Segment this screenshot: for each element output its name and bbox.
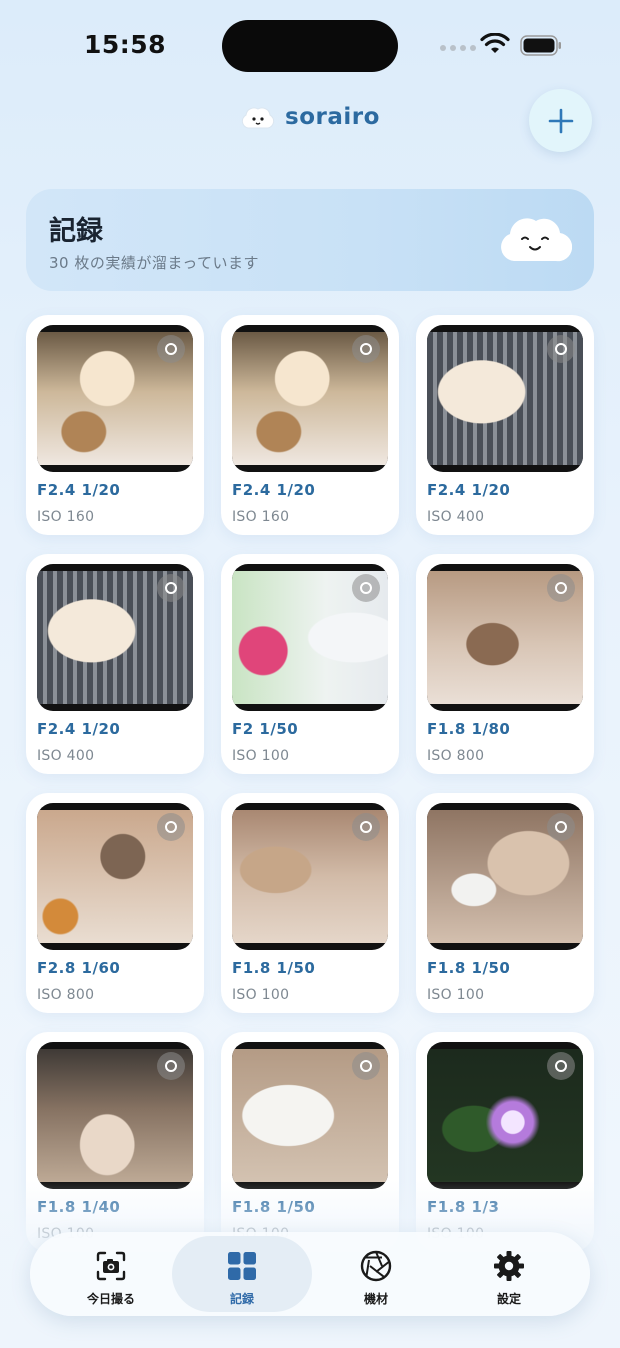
select-circle-icon[interactable] <box>352 813 380 841</box>
iso-value: ISO 100 <box>232 748 290 764</box>
exposure-settings: F1.8 1/50 <box>427 959 511 977</box>
photo-thumbnail <box>232 325 388 472</box>
photo-card[interactable]: F2.4 1/20 ISO 160 <box>26 315 204 535</box>
exposure-settings: F2 1/50 <box>232 720 299 738</box>
select-circle-icon[interactable] <box>352 335 380 363</box>
photo-thumbnail <box>37 803 193 950</box>
app-logo: sorairo <box>240 104 380 130</box>
plus-icon <box>548 108 573 133</box>
iso-value: ISO 100 <box>232 987 290 1003</box>
select-circle-icon[interactable] <box>547 813 575 841</box>
wifi-icon <box>480 33 510 53</box>
photo-thumbnail <box>232 564 388 711</box>
select-circle-icon[interactable] <box>547 1052 575 1080</box>
select-circle-icon[interactable] <box>157 1052 185 1080</box>
dynamic-island <box>222 20 398 72</box>
exposure-settings: F1.8 1/50 <box>232 959 316 977</box>
photo-thumbnail <box>427 564 583 711</box>
select-circle-icon[interactable] <box>352 574 380 602</box>
app-name: sorairo <box>285 104 380 130</box>
exposure-settings: F2.8 1/60 <box>37 959 121 977</box>
cloud-mascot-icon <box>241 107 275 129</box>
record-count-text: 30 枚の実績が溜まっています <box>49 254 260 272</box>
photo-card[interactable]: F1.8 1/80 ISO 800 <box>416 554 594 774</box>
photo-thumbnail <box>427 1042 583 1189</box>
records-banner: 記録 30 枚の実績が溜まっています <box>26 189 594 291</box>
photo-card[interactable]: F1.8 1/50 ISO 100 <box>416 793 594 1013</box>
iso-value: ISO 400 <box>37 748 95 764</box>
exposure-settings: F2.4 1/20 <box>37 481 121 499</box>
gear-icon <box>494 1251 524 1281</box>
photo-thumbnail <box>232 1042 388 1189</box>
iso-value: ISO 160 <box>232 509 290 525</box>
aperture-icon <box>360 1250 392 1282</box>
photo-thumbnail <box>37 564 193 711</box>
exposure-settings: F2.4 1/20 <box>37 720 121 738</box>
photo-thumbnail <box>232 803 388 950</box>
select-circle-icon[interactable] <box>157 574 185 602</box>
exposure-settings: F2.4 1/20 <box>232 481 316 499</box>
photo-card[interactable]: F1.8 1/50 ISO 100 <box>221 793 399 1013</box>
tab-records[interactable]: 記録 <box>172 1236 312 1312</box>
status-bar: 15:58 <box>0 0 620 92</box>
select-circle-icon[interactable] <box>352 1052 380 1080</box>
tab-label: 記録 <box>229 1292 254 1306</box>
select-circle-icon[interactable] <box>157 335 185 363</box>
tab-today-shoot[interactable]: 今日撮る <box>41 1236 181 1312</box>
iso-value: ISO 160 <box>37 509 95 525</box>
photo-card[interactable]: F2 1/50 ISO 100 <box>221 554 399 774</box>
select-circle-icon[interactable] <box>547 335 575 363</box>
select-circle-icon[interactable] <box>157 813 185 841</box>
cellular-signal-icon <box>440 45 476 51</box>
cloud-mascot-icon <box>501 218 572 262</box>
status-time: 15:58 <box>84 30 167 59</box>
photo-card[interactable]: F2.4 1/20 ISO 400 <box>416 315 594 535</box>
battery-icon <box>520 35 561 56</box>
tab-bar: 今日撮る 記録 機材 設定 <box>30 1232 590 1316</box>
tab-label: 今日撮る <box>86 1292 135 1306</box>
photo-card[interactable]: F2.8 1/60 ISO 800 <box>26 793 204 1013</box>
tab-settings[interactable]: 設定 <box>439 1236 579 1312</box>
grid-icon <box>228 1252 256 1280</box>
app-header: sorairo <box>0 89 620 152</box>
photo-card[interactable]: F2.4 1/20 ISO 160 <box>221 315 399 535</box>
photo-thumbnail <box>427 325 583 472</box>
exposure-settings: F2.4 1/20 <box>427 481 511 499</box>
iso-value: ISO 400 <box>427 509 485 525</box>
photo-thumbnail <box>37 325 193 472</box>
iso-value: ISO 800 <box>427 748 485 764</box>
add-button[interactable] <box>529 89 592 152</box>
tab-equipment[interactable]: 機材 <box>306 1236 446 1312</box>
tab-label: 設定 <box>496 1292 521 1306</box>
photo-card[interactable]: F2.4 1/20 ISO 400 <box>26 554 204 774</box>
iso-value: ISO 100 <box>427 987 485 1003</box>
photo-thumbnail <box>427 803 583 950</box>
iso-value: ISO 800 <box>37 987 95 1003</box>
photo-thumbnail <box>37 1042 193 1189</box>
tab-label: 機材 <box>363 1292 388 1306</box>
exposure-settings: F1.8 1/80 <box>427 720 511 738</box>
camera-icon <box>96 1251 126 1281</box>
select-circle-icon[interactable] <box>547 574 575 602</box>
page-title: 記録 <box>49 216 103 247</box>
